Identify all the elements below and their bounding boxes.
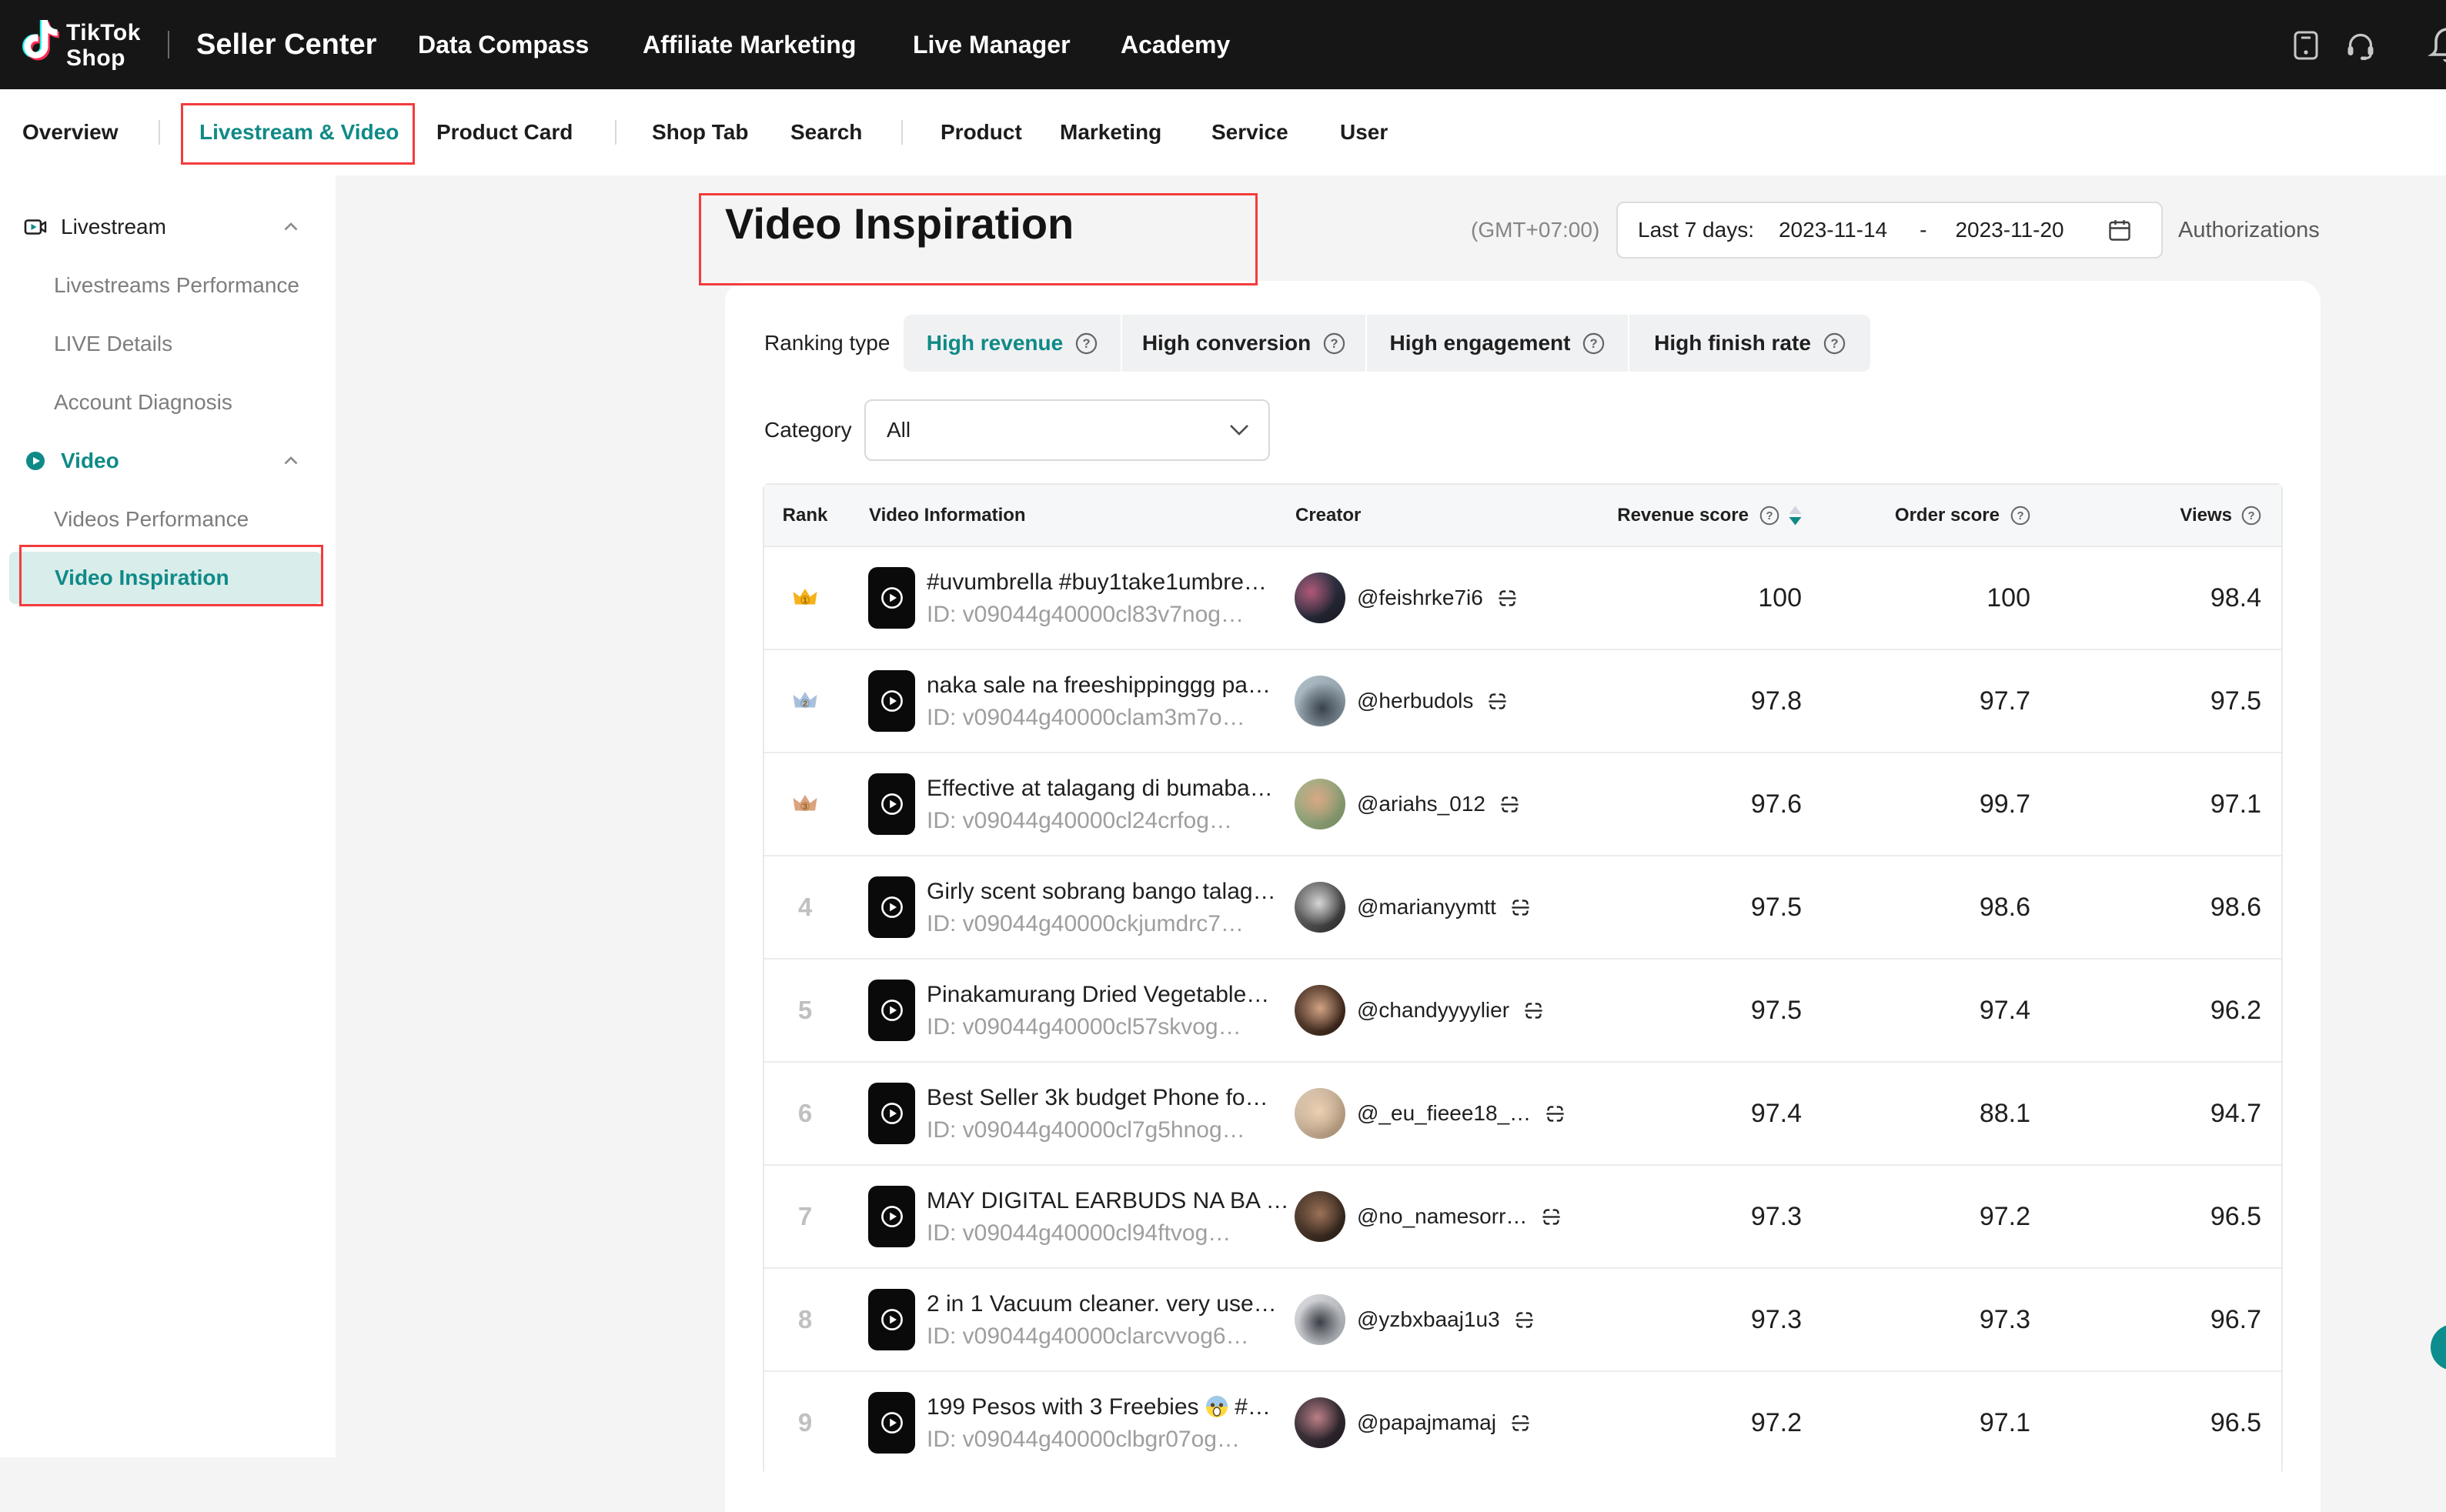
svg-text:?: ?: [1830, 336, 1838, 350]
svg-text:1: 1: [803, 596, 807, 606]
svg-text:?: ?: [1590, 336, 1598, 350]
svg-text:?: ?: [1083, 336, 1091, 350]
svg-text:?: ?: [2017, 509, 2023, 522]
svg-text:?: ?: [2247, 509, 2254, 522]
svg-text:3: 3: [803, 803, 807, 812]
svg-text:?: ?: [1331, 336, 1338, 350]
svg-text:?: ?: [1766, 509, 1773, 522]
svg-text:2: 2: [803, 699, 807, 709]
